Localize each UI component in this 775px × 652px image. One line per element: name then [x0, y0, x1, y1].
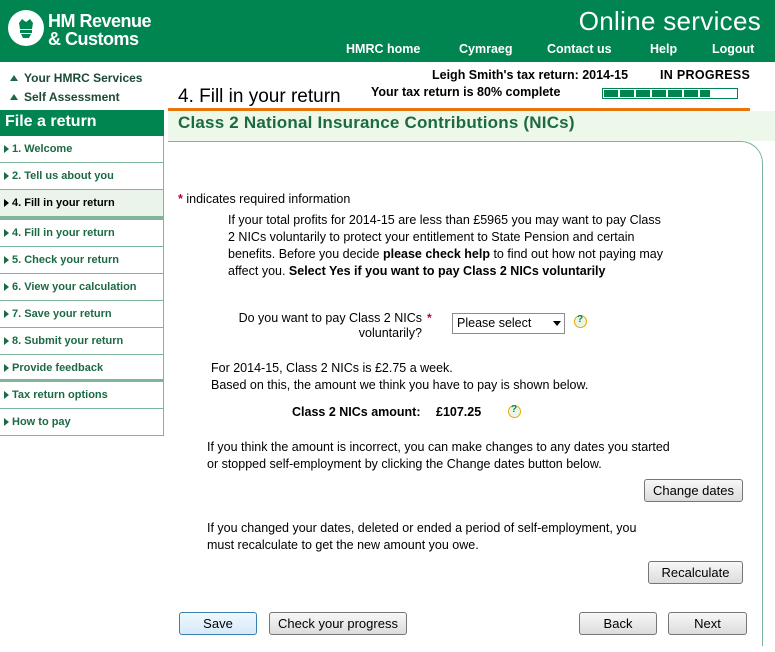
sidebar-item-view-your-calculation[interactable]: 6. View your calculation: [0, 274, 164, 301]
amount-label: Class 2 NICs amount:: [292, 405, 421, 419]
dates-note: If you think the amount is incorrect, yo…: [207, 440, 670, 471]
sidebar-item-label: 4. Fill in your return: [12, 227, 115, 239]
triangle-right-icon: [4, 418, 9, 426]
service-name: Online services: [578, 6, 761, 36]
sidebar-item-provide-feedback[interactable]: Provide feedback: [0, 355, 164, 382]
nav-cymraeg-link[interactable]: Cymraeg: [459, 42, 513, 56]
sidebar-item-label: 8. Submit your return: [12, 335, 124, 347]
sidebar-item-label: 7. Save your return: [12, 308, 112, 320]
pay-voluntarily-select[interactable]: Please select: [452, 313, 565, 334]
triangle-right-icon: [4, 283, 9, 291]
required-marker: *: [178, 192, 183, 206]
sidebar-item-check-your-return[interactable]: 5. Check your return: [0, 247, 164, 274]
change-dates-button[interactable]: Change dates: [644, 479, 743, 502]
crown-crest-icon: [19, 19, 33, 38]
triangle-right-icon: [4, 256, 9, 264]
triangle-right-icon: [4, 310, 9, 318]
triangle-up-icon: [10, 94, 18, 100]
nav-hmrc-home-link[interactable]: HMRC home: [346, 42, 420, 56]
sidebar-item-label: 5. Check your return: [12, 254, 119, 266]
sidebar-item-label: 2. Tell us about you: [12, 170, 114, 182]
status-badge: IN PROGRESS: [660, 68, 751, 82]
help-icon[interactable]: [508, 404, 521, 418]
rate-text: For 2014-15, Class 2 NICs is £2.75 a wee…: [211, 360, 588, 394]
triangle-up-icon: [10, 75, 18, 81]
rate-line-1: For 2014-15, Class 2 NICs is £2.75 a wee…: [211, 361, 453, 375]
triangle-right-icon: [4, 391, 9, 399]
section-title: Class 2 National Insurance Contributions…: [178, 113, 575, 132]
amount-value: £107.25: [436, 405, 482, 419]
triangle-right-icon: [4, 172, 9, 180]
breadcrumb-label: Self Assessment: [24, 90, 120, 104]
triangle-right-icon: [4, 199, 9, 207]
back-button[interactable]: Back: [579, 612, 657, 635]
progress-bar-fill: [604, 90, 710, 97]
intro-bold-help: please check help: [382, 247, 490, 261]
logo-line-1: HM Revenue: [48, 11, 152, 31]
save-button[interactable]: Save: [179, 612, 257, 635]
help-icon[interactable]: [574, 314, 587, 328]
top-navigation: HMRC home Cymraeg Contact us Help Logout: [0, 42, 775, 60]
triangle-right-icon: [4, 229, 9, 237]
recalculate-button[interactable]: Recalculate: [648, 561, 743, 584]
chevron-down-icon: [553, 321, 561, 326]
recalculate-note: If you changed your dates, deleted or en…: [207, 521, 637, 552]
sidebar-item-submit-your-return[interactable]: 8. Submit your return: [0, 328, 164, 355]
sidebar-item-label: 6. View your calculation: [12, 281, 137, 293]
page-title: 4. Fill in your return: [178, 86, 341, 107]
check-progress-button[interactable]: Check your progress: [269, 612, 407, 635]
sidebar-item-how-to-pay[interactable]: How to pay: [0, 409, 164, 436]
required-note-text: indicates required information: [186, 192, 351, 206]
triangle-right-icon: [4, 337, 9, 345]
sidebar-item-label: 1. Welcome: [12, 143, 73, 155]
required-marker: *: [427, 311, 432, 325]
sidebar-item-welcome[interactable]: 1. Welcome: [0, 136, 164, 163]
sidebar-item-fill-in-return[interactable]: 4. Fill in your return: [0, 220, 164, 247]
sidebar-item-tell-us-about-you[interactable]: 2. Tell us about you: [0, 163, 164, 190]
intro-bold-select-yes: Select Yes if you want to pay Class 2 NI…: [288, 264, 606, 278]
next-button[interactable]: Next: [668, 612, 747, 635]
triangle-right-icon: [4, 145, 9, 153]
site-header: HM Revenue & Customs Online services HMR…: [0, 0, 775, 62]
sidebar-item-save-your-return[interactable]: 7. Save your return: [0, 301, 164, 328]
progress-bar: [602, 88, 738, 99]
triangle-right-icon: [4, 364, 9, 372]
hmrc-logo-icon[interactable]: [8, 10, 44, 46]
sidebar-item-label: Provide feedback: [12, 362, 104, 374]
tax-return-title: Leigh Smith's tax return: 2014-15: [432, 68, 629, 82]
nav-help-link[interactable]: Help: [650, 42, 677, 56]
sidebar-heading: File a return: [0, 110, 164, 136]
question-label: Do you want to pay Class 2 NICs voluntar…: [238, 311, 422, 340]
nav-logout-link[interactable]: Logout: [712, 42, 754, 56]
rate-line-2: Based on this, the amount we think you h…: [211, 378, 589, 392]
completion-text: Your tax return is 80% complete: [371, 85, 561, 99]
intro-paragraph: If your total profits for 2014-15 are le…: [228, 212, 668, 280]
breadcrumb-your-hmrc-services[interactable]: Your HMRC Services: [10, 71, 142, 85]
select-value: Please select: [457, 316, 532, 330]
sidebar-item-fill-in-return-current[interactable]: 4. Fill in your return: [0, 190, 164, 217]
sidebar-item-tax-return-options[interactable]: Tax return options: [0, 382, 164, 409]
sidebar-item-label: 4. Fill in your return: [12, 197, 115, 209]
sidebar-item-label: How to pay: [12, 416, 71, 428]
breadcrumb-self-assessment[interactable]: Self Assessment: [10, 90, 120, 104]
nav-contact-us-link[interactable]: Contact us: [547, 42, 612, 56]
sidebar-item-label: Tax return options: [12, 389, 108, 401]
required-note: * indicates required information: [178, 192, 350, 206]
breadcrumb-label: Your HMRC Services: [24, 71, 143, 85]
